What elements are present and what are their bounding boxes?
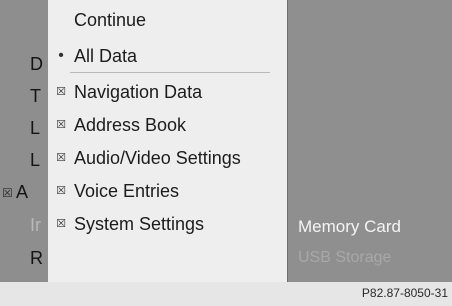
checkbox-checked-icon: ☒ <box>56 86 66 98</box>
menu-item-label: Voice Entries <box>74 181 180 201</box>
checkbox-checked-icon: ☒ <box>56 185 66 197</box>
checkbox-checked-icon: ☒ <box>56 218 66 230</box>
continue-label: Continue <box>74 10 147 30</box>
menu-item-label: Address Book <box>74 115 187 135</box>
background-list-item-label: D <box>30 54 43 74</box>
menu-divider <box>70 72 270 73</box>
background-list-item: D <box>0 52 48 76</box>
background-list-item-label: L <box>30 118 41 138</box>
background-list-item-label: Ir <box>30 215 41 235</box>
background-list-item: L <box>0 116 48 140</box>
background-list-item: Ir <box>0 213 48 237</box>
background-list-item: T <box>0 84 48 108</box>
menu-item-label: All Data <box>74 46 138 66</box>
background-storage-panel: Memory Card USB Storage <box>288 0 452 282</box>
display-screen: D T L L ☒ A Ir R Memory Card USB Storage… <box>0 0 452 282</box>
menu-item-all-data[interactable]: • All Data <box>48 42 288 74</box>
background-list-item-label: A <box>16 182 29 202</box>
menu-item-label: Navigation Data <box>74 82 203 102</box>
radio-dot-icon: • <box>58 47 64 64</box>
background-list-item-label: R <box>30 248 43 268</box>
figure-code: P82.87-8050-31 <box>361 286 448 300</box>
background-list-item: R <box>0 246 48 270</box>
menu-item-audio-video-settings[interactable]: ☒ Audio/Video Settings <box>48 144 288 176</box>
menu-item-system-settings[interactable]: ☒ System Settings <box>48 210 288 242</box>
background-list-item-label: L <box>30 150 41 170</box>
menu-item-label: Audio/Video Settings <box>74 148 241 168</box>
checkbox-icon: ☒ <box>2 186 13 200</box>
menu-item-voice-entries[interactable]: ☒ Voice Entries <box>48 177 288 209</box>
background-list-item: L <box>0 148 48 172</box>
checkbox-checked-icon: ☒ <box>56 152 66 164</box>
memory-card-option[interactable]: Memory Card <box>298 217 401 237</box>
checkbox-checked-icon: ☒ <box>56 119 66 131</box>
background-list-item-label: T <box>30 86 41 106</box>
menu-item-label: System Settings <box>74 214 205 234</box>
usb-storage-option: USB Storage <box>298 249 392 266</box>
menu-item-navigation-data[interactable]: ☒ Navigation Data <box>48 78 288 110</box>
menu-item-address-book[interactable]: ☒ Address Book <box>48 111 288 143</box>
continue-button[interactable]: Continue <box>48 6 288 38</box>
background-list-item: ☒ A <box>0 180 48 204</box>
data-selection-menu: Continue • All Data ☒ Navigation Data ☒ … <box>48 0 288 282</box>
background-list: D T L L ☒ A Ir R <box>0 0 48 282</box>
figure-footer: P82.87-8050-31 <box>0 282 452 306</box>
